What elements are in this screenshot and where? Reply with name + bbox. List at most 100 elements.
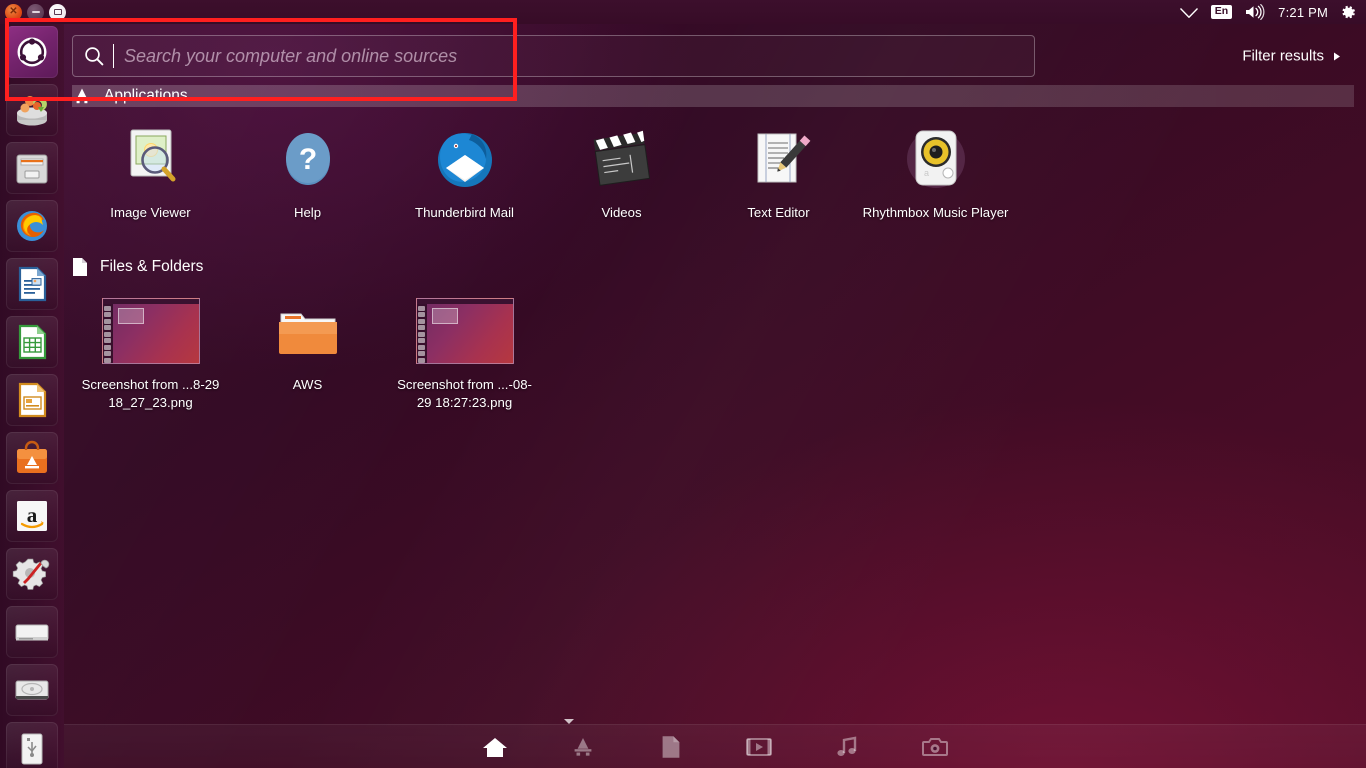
- clock-indicator[interactable]: 7:21 PM: [1278, 6, 1328, 19]
- launcher-item-drive[interactable]: [6, 606, 58, 658]
- result-item-rhythmbox[interactable]: a Rhythmbox Music Player: [857, 120, 1014, 222]
- lens-home[interactable]: [481, 733, 509, 761]
- rhythmbox-icon: a: [904, 120, 968, 192]
- launcher-item-libreoffice-impress[interactable]: [6, 374, 58, 426]
- svg-text:?: ?: [298, 143, 316, 176]
- category-title-applications: Applications: [104, 87, 188, 105]
- maximize-button[interactable]: [49, 4, 66, 21]
- maximize-icon: [54, 9, 62, 15]
- keyboard-layout-indicator[interactable]: En: [1211, 5, 1232, 19]
- launcher-item-ubuntu-dash-home[interactable]: [6, 26, 58, 78]
- result-label: Help: [294, 204, 321, 222]
- hard-disk-icon: [12, 670, 52, 710]
- launcher-item-libreoffice-writer[interactable]: [6, 258, 58, 310]
- launcher-item-files[interactable]: [6, 142, 58, 194]
- result-label: Screenshot from ...8-29 18_27_23.png: [77, 376, 225, 412]
- result-label: AWS: [293, 376, 323, 394]
- result-item-aws-folder[interactable]: AWS: [229, 292, 386, 412]
- ubuntu-logo-icon: [12, 32, 52, 72]
- videos-icon: [587, 120, 657, 192]
- launcher-item-firefox[interactable]: [6, 200, 58, 252]
- close-button[interactable]: ✕: [5, 4, 22, 21]
- chevron-right-icon: [1334, 52, 1340, 60]
- wifi-icon: [1179, 5, 1199, 19]
- result-label: Rhythmbox Music Player: [863, 204, 1009, 222]
- lens-photos[interactable]: [921, 733, 949, 761]
- usb-device-icon: [12, 728, 52, 768]
- image-viewer-icon: [115, 120, 187, 192]
- file-manager-icon: [12, 148, 52, 188]
- result-label: Text Editor: [747, 204, 809, 222]
- close-icon: ✕: [9, 7, 17, 17]
- results-grid-applications: Image Viewer ? Help: [72, 120, 1354, 222]
- result-item-thunderbird[interactable]: Thunderbird Mail: [386, 120, 543, 222]
- lens-video[interactable]: [745, 733, 773, 761]
- system-settings-icon: [12, 554, 52, 594]
- thunderbird-icon: [432, 120, 498, 192]
- volume-icon: [1244, 4, 1266, 20]
- search-input[interactable]: Search your computer and online sources: [72, 35, 1035, 77]
- filter-results-label: Filter results: [1242, 48, 1324, 65]
- indicator-area: En 7:21 PM: [1179, 4, 1366, 21]
- result-item-image-viewer[interactable]: Image Viewer: [72, 120, 229, 222]
- top-panel: ✕ En 7:21 PM: [0, 0, 1366, 24]
- category-header-applications[interactable]: Applications: [72, 85, 188, 107]
- lens-applications[interactable]: [569, 733, 597, 761]
- results-grid-files: Screenshot from ...8-29 18_27_23.png AWS: [72, 292, 1354, 412]
- search-placeholder: Search your computer and online sources: [124, 46, 457, 67]
- amazon-icon: a: [12, 496, 52, 536]
- network-indicator[interactable]: [1179, 5, 1199, 19]
- result-label: Image Viewer: [110, 204, 190, 222]
- result-label: Screenshot from ...-08-29 18:27:23.png: [391, 376, 539, 412]
- libreoffice-writer-icon: [12, 264, 52, 304]
- result-item-help[interactable]: ? Help: [229, 120, 386, 222]
- launcher-item-hard-disk[interactable]: [6, 664, 58, 716]
- launcher-item-amazon[interactable]: a: [6, 490, 58, 542]
- launcher-item-libreoffice-calc[interactable]: [6, 316, 58, 368]
- firefox-icon: [12, 206, 52, 246]
- result-item-text-editor[interactable]: Text Editor: [700, 120, 857, 222]
- result-item-screenshot-2[interactable]: Screenshot from ...-08-29 18:27:23.png: [386, 292, 543, 412]
- photos-lens-icon: [922, 736, 948, 758]
- music-lens-icon: [835, 736, 859, 758]
- session-indicator[interactable]: [1340, 4, 1357, 21]
- launcher-item-home-folder[interactable]: [6, 84, 58, 136]
- screenshot-thumbnail-icon: [416, 292, 514, 364]
- minimize-button[interactable]: [27, 4, 44, 21]
- svg-text:a: a: [27, 503, 38, 527]
- libreoffice-calc-icon: [12, 322, 52, 362]
- result-item-videos[interactable]: Videos: [543, 120, 700, 222]
- volume-indicator[interactable]: [1244, 4, 1266, 20]
- launcher-item-usb-device[interactable]: [6, 722, 58, 768]
- filter-results-button[interactable]: Filter results: [1242, 48, 1340, 65]
- minimize-icon: [32, 11, 40, 13]
- home-folder-icon: [11, 89, 53, 131]
- window-controls: ✕: [0, 4, 66, 21]
- svg-text:a: a: [924, 168, 929, 178]
- launcher: a: [0, 24, 64, 768]
- search-row: Search your computer and online sources …: [72, 30, 1366, 82]
- screenshot-thumbnail-icon: [102, 292, 200, 364]
- dash: Search your computer and online sources …: [64, 24, 1366, 768]
- launcher-item-software-center[interactable]: [6, 432, 58, 484]
- drive-icon: [12, 612, 52, 652]
- lens-files[interactable]: [657, 733, 685, 761]
- text-editor-icon: [746, 120, 812, 192]
- folder-icon: [273, 292, 343, 364]
- software-center-icon: [12, 438, 52, 478]
- keyboard-layout-label: En: [1211, 5, 1232, 19]
- libreoffice-impress-icon: [12, 380, 52, 420]
- text-cursor: [113, 44, 114, 68]
- help-icon: ?: [278, 120, 338, 192]
- lens-music[interactable]: [833, 733, 861, 761]
- gear-icon: [1340, 4, 1357, 21]
- files-lens-icon: [661, 735, 681, 759]
- category-highlight-applications: [72, 85, 1354, 107]
- category-title-files: Files & Folders: [100, 258, 203, 276]
- category-header-files[interactable]: Files & Folders: [72, 256, 203, 278]
- applications-lens-icon: [72, 87, 92, 105]
- applications-lens-icon: [571, 736, 595, 758]
- result-label: Videos: [601, 204, 641, 222]
- launcher-item-system-settings[interactable]: [6, 548, 58, 600]
- result-item-screenshot-1[interactable]: Screenshot from ...8-29 18_27_23.png: [72, 292, 229, 412]
